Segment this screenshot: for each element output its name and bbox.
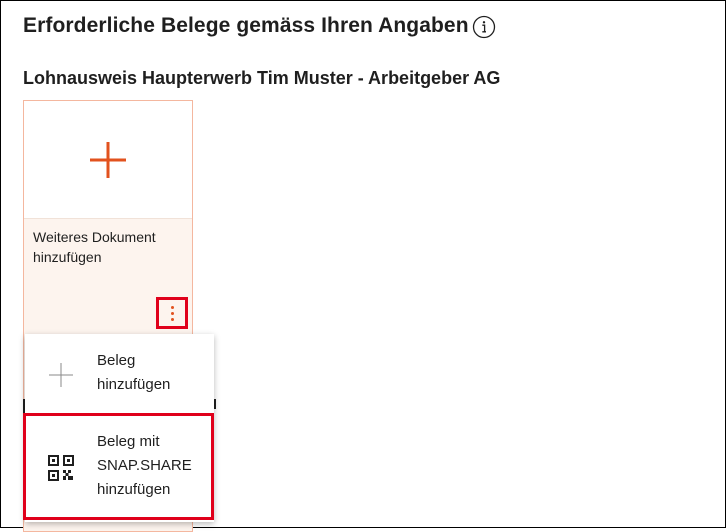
more-vertical-icon-dot [171, 312, 174, 315]
more-vertical-icon-dot [171, 318, 174, 321]
card-label: Weiteres Dokument hinzufügen [33, 229, 156, 265]
menu-item-label-line: Beleg [97, 352, 136, 369]
menu-item-label: Beleg hinzufügen [97, 349, 170, 397]
menu-item-label-line: SNAP.SHARE [97, 457, 192, 474]
plus-icon [90, 142, 126, 178]
menu-item-label: Beleg mit SNAP.SHARE hinzufügen [97, 430, 192, 502]
more-options-button[interactable] [156, 297, 188, 329]
menu-item-snap-share[interactable]: Beleg mit SNAP.SHARE hinzufügen [25, 414, 214, 522]
menu-item-add-document[interactable]: Beleg hinzufügen [25, 334, 214, 414]
context-menu: Beleg hinzufügen Beleg mit SNAP.SHARE hi… [25, 334, 214, 522]
qr-code-icon [48, 455, 74, 481]
menu-item-label-line: Beleg mit [97, 433, 160, 450]
card-preview[interactable] [24, 101, 192, 219]
menu-item-label-line: hinzufügen [97, 376, 171, 393]
info-icon[interactable] [472, 15, 496, 39]
section-title: Lohnausweis Haupterwerb Tim Muster - Arb… [23, 68, 501, 88]
more-vertical-icon [171, 306, 174, 309]
page-title: Erforderliche Belege gemäss Ihren Angabe… [23, 14, 469, 37]
menu-item-label-line: hinzufügen [97, 481, 171, 498]
window-frame: Erforderliche Belege gemäss Ihren Angabe… [0, 0, 726, 532]
plus-icon [49, 363, 73, 387]
